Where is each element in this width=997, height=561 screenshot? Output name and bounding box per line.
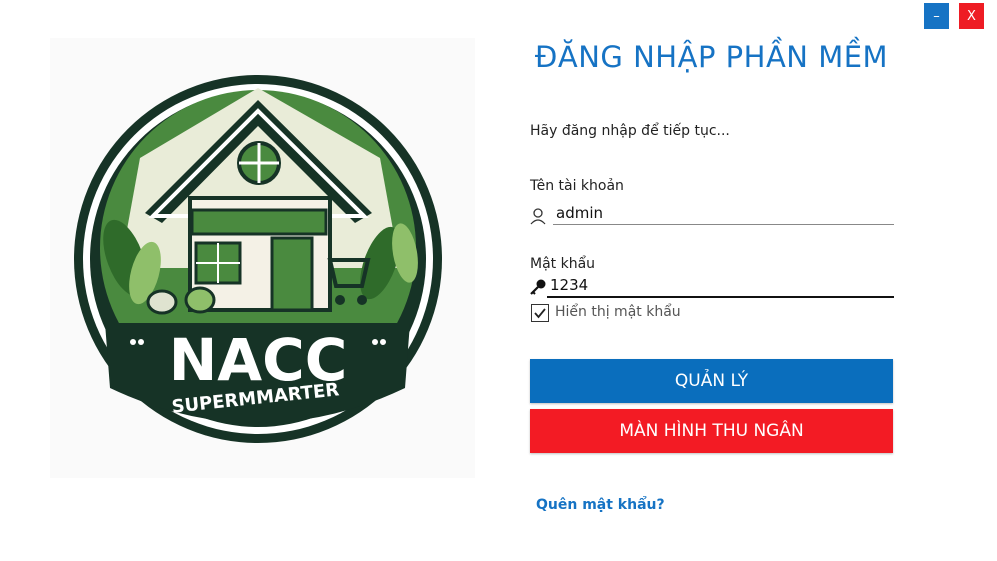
admin-button[interactable]: QUẢN LÝ	[530, 359, 893, 403]
cashier-button[interactable]: MÀN HÌNH THU NGÂN	[530, 409, 893, 453]
user-icon	[530, 208, 546, 225]
username-input[interactable]	[556, 202, 893, 224]
forgot-password-link[interactable]: Quên mật khẩu?	[536, 497, 665, 513]
page-title: ĐĂNG NHẬP PHẦN MỀM	[534, 40, 889, 74]
show-password-label[interactable]: Hiển thị mật khẩu	[555, 304, 681, 320]
username-label: Tên tài khoản	[530, 178, 624, 194]
logo: NACC SUPERMMARTER	[50, 38, 475, 478]
login-subtitle: Hãy đăng nhập để tiếp tục...	[530, 123, 730, 139]
username-underline	[553, 224, 894, 225]
check-icon	[534, 308, 546, 319]
key-icon	[530, 279, 546, 295]
minimize-button[interactable]: –	[924, 3, 949, 29]
password-label: Mật khẩu	[530, 256, 596, 272]
password-input[interactable]	[550, 274, 893, 296]
show-password-checkbox[interactable]	[531, 304, 549, 322]
password-underline	[547, 296, 894, 298]
close-button[interactable]: X	[959, 3, 984, 29]
logo-image: NACC SUPERMMARTER	[74, 75, 442, 443]
